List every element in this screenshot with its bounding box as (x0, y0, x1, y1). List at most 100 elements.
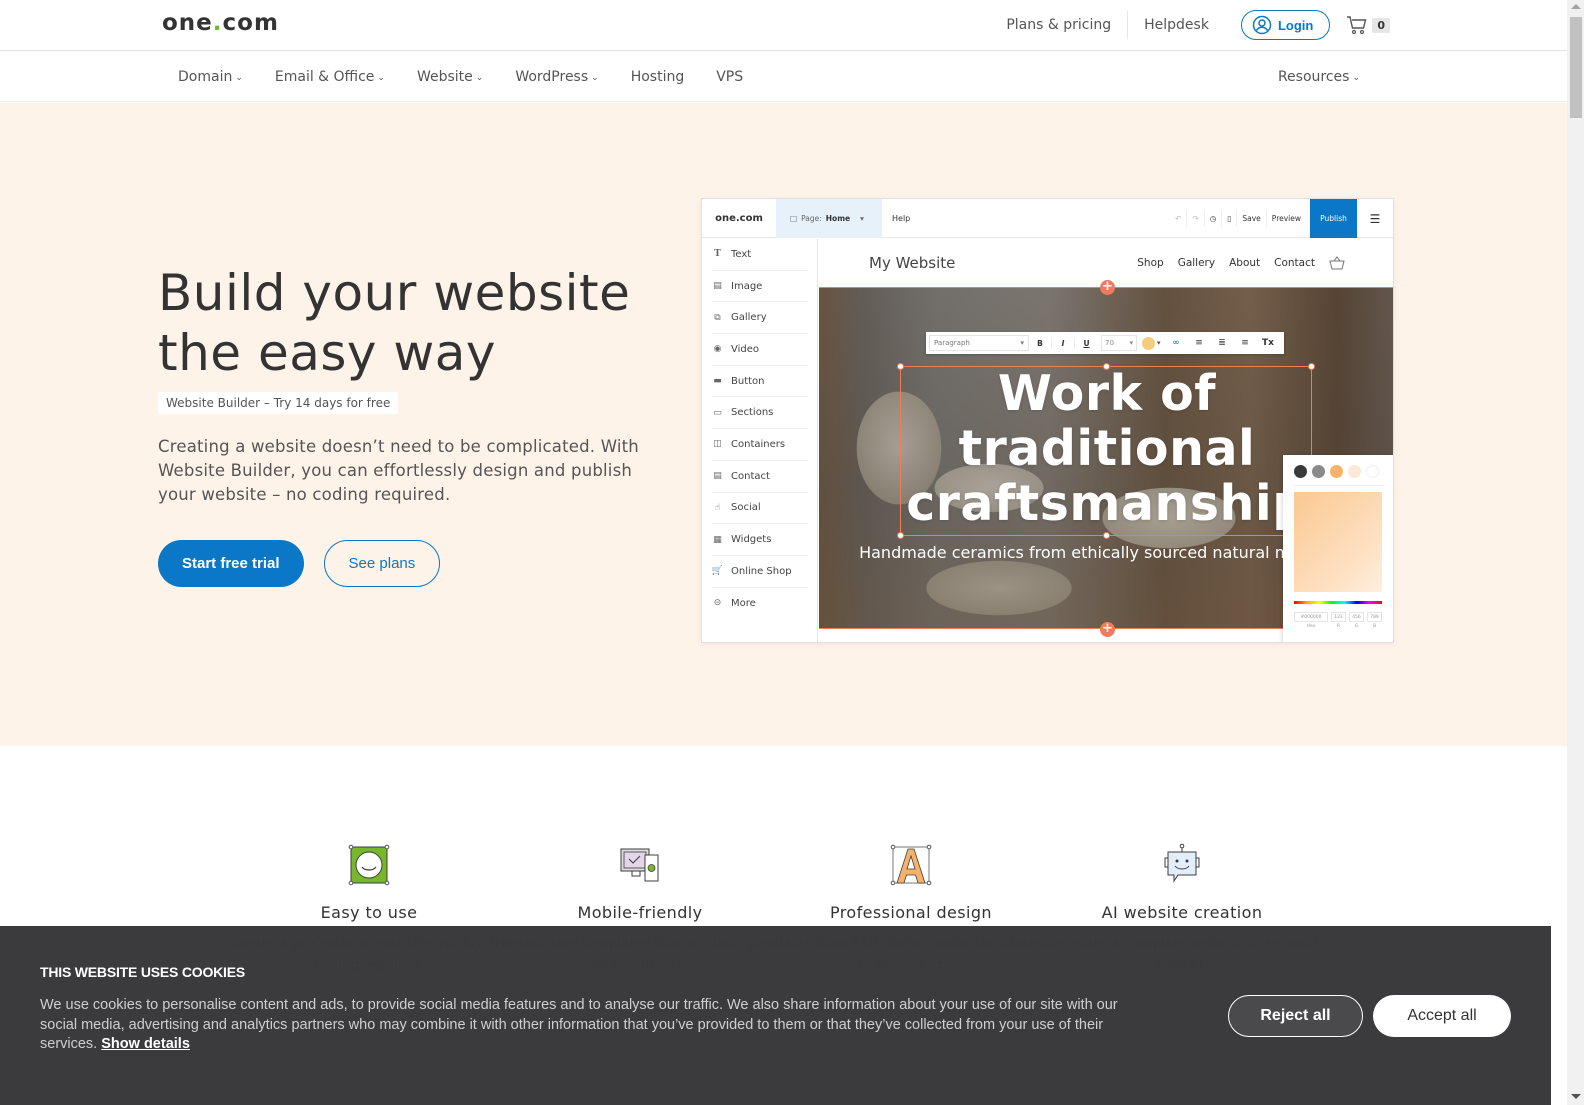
cart-count: 0 (1372, 17, 1390, 33)
sidebar-item: ⊝ More (712, 588, 808, 620)
chevron-down-icon: ⌄ (1352, 72, 1360, 83)
italic-icon: I (1052, 338, 1075, 348)
font-size-value: 70 (1105, 339, 1114, 347)
style-value: Paragraph (934, 339, 970, 347)
reject-all-button[interactable]: Reject all (1228, 995, 1363, 1037)
sidebar-label: Online Shop (731, 565, 792, 577)
scroll-up-arrow-icon[interactable] (1571, 4, 1581, 9)
page-label: Page: (801, 213, 822, 223)
chevron-down-icon: ⌄ (475, 72, 484, 83)
sidebar-label: Containers (731, 438, 786, 450)
underline-icon: U (1083, 338, 1090, 348)
bold-icon: B (1029, 338, 1052, 348)
site-nav-item: About (1229, 257, 1261, 269)
add-section-icon: + (1100, 622, 1115, 637)
cart-icon (1347, 16, 1367, 35)
devices-icon (620, 848, 659, 882)
site-nav-item: Contact (1274, 257, 1315, 269)
sections-icon: ▭ (713, 407, 722, 418)
ordered-list-icon: ≣ (1218, 338, 1226, 348)
nav-hosting[interactable]: Hosting (615, 69, 701, 85)
page-scrollbar[interactable] (1567, 0, 1584, 1105)
resize-handle (897, 532, 904, 539)
smiley-icon (348, 844, 390, 886)
align-left-icon: ≡ (1195, 338, 1203, 348)
site-nav-item: Shop (1137, 257, 1164, 269)
undo-icon: ↶ (1170, 210, 1188, 227)
logo-text: one (162, 10, 213, 36)
video-icon: ◉ (713, 344, 722, 355)
text-color-swatch (1142, 336, 1155, 350)
sidebar-label: Contact (731, 470, 770, 482)
redo-icon: ↷ (1187, 210, 1205, 227)
nav-domain[interactable]: Domain ⌄ (162, 69, 259, 85)
nav-resources[interactable]: Resources ⌄ (1262, 69, 1376, 85)
cart-button[interactable]: 0 (1346, 15, 1390, 35)
sidebar-label: Widgets (731, 534, 772, 546)
more-icon: ⊝ (713, 598, 722, 609)
sidebar-label: Text (731, 248, 752, 260)
plans-pricing-link[interactable]: Plans & pricing (990, 11, 1129, 39)
site-nav: Shop Gallery About Contact (1137, 256, 1345, 270)
widgets-icon: ▦ (713, 534, 722, 545)
caret-down-icon: ▾ (1157, 339, 1161, 347)
main-nav: Domain ⌄ Email & Office ⌄ Website ⌄ WordPre… (0, 51, 1568, 102)
login-button[interactable]: Login (1240, 10, 1331, 40)
hero-title: Build your website the easy way (158, 263, 630, 383)
show-details-link[interactable]: Show details (101, 1036, 190, 1052)
nav-label: Email & Office (274, 68, 375, 85)
nav-label: Hosting (630, 68, 685, 85)
builder-help: Help (892, 213, 911, 223)
feature-title: Easy to use (320, 903, 418, 922)
nav-vps[interactable]: VPS (700, 69, 759, 85)
feature-title: AI website creation (1101, 903, 1263, 922)
nav-email-office[interactable]: Email & Office ⌄ (259, 69, 401, 85)
sidebar-item: ☝ Social (712, 493, 808, 525)
user-icon (1252, 15, 1272, 35)
sidebar-item: 🛒 Online Shop (712, 556, 808, 588)
site-nav-item: Gallery (1177, 257, 1216, 269)
sidebar-item: ▦ Widgets (712, 524, 808, 556)
image-icon: ▤ (713, 281, 722, 292)
nav-website[interactable]: Website ⌄ (401, 69, 499, 85)
swatch (1348, 465, 1361, 478)
cookie-banner: THIS WEBSITE USES COOKIES We use cookies… (0, 926, 1551, 1105)
logo-suffix: com (222, 10, 279, 36)
scroll-down-arrow-icon[interactable] (1571, 1094, 1581, 1099)
sidebar-item: ▭ Sections (712, 397, 808, 430)
logo[interactable]: one.com (162, 10, 279, 36)
scroll-thumb[interactable] (1570, 17, 1582, 118)
basket-icon (1329, 256, 1345, 270)
see-plans-button[interactable]: See plans (323, 540, 441, 587)
sidebar-label: Gallery (731, 312, 767, 324)
hero-section: Build your website the easy way Website … (0, 103, 1568, 746)
color-swatches (1294, 465, 1384, 486)
bullet-list-icon: ≡ (1241, 338, 1249, 348)
hue-slider (1294, 601, 1382, 604)
start-free-trial-button[interactable]: Start free trial (158, 540, 304, 587)
nav-label: VPS (716, 68, 744, 85)
helpdesk-link[interactable]: Helpdesk (1128, 11, 1225, 39)
gallery-icon: ⧉ (714, 312, 721, 323)
robot-chat-icon (1164, 843, 1200, 883)
builder-toolbar: one.com □ Page: Home ▾ Help ↶ ↷ ◷ ▯ Save… (702, 199, 1393, 238)
sidebar-item: ▤ Image (712, 271, 808, 303)
page-value: Home (825, 213, 851, 223)
add-section-icon: + (1100, 280, 1115, 295)
logo-dot: . (212, 10, 223, 36)
builder-sidebar: T Text ▤ Image ⧉ Gallery ◉ Video ▬ Button ▭ Se… (702, 239, 818, 642)
contact-icon: ▤ (713, 471, 722, 482)
sidebar-label: Sections (731, 407, 774, 419)
sidebar-item: ▤ Contact (712, 461, 808, 493)
accept-all-button[interactable]: Accept all (1373, 995, 1511, 1037)
b-label: B (1372, 624, 1377, 629)
sidebar-item: ◉ Video (712, 334, 808, 366)
font-letter-a-icon (890, 844, 932, 886)
nav-wordpress[interactable]: WordPress ⌄ (499, 69, 614, 85)
menu-icon: ☰ (1369, 211, 1381, 226)
feature-title: Professional design (830, 903, 992, 922)
top-bar: one.com Plans & pricing Helpdesk Login 0 (0, 0, 1568, 51)
color-picker-panel: #000000 123 456 789 Hex R G B (1283, 455, 1393, 642)
caret-down-icon: ▾ (1020, 339, 1024, 347)
b-input: 789 (1367, 612, 1382, 622)
